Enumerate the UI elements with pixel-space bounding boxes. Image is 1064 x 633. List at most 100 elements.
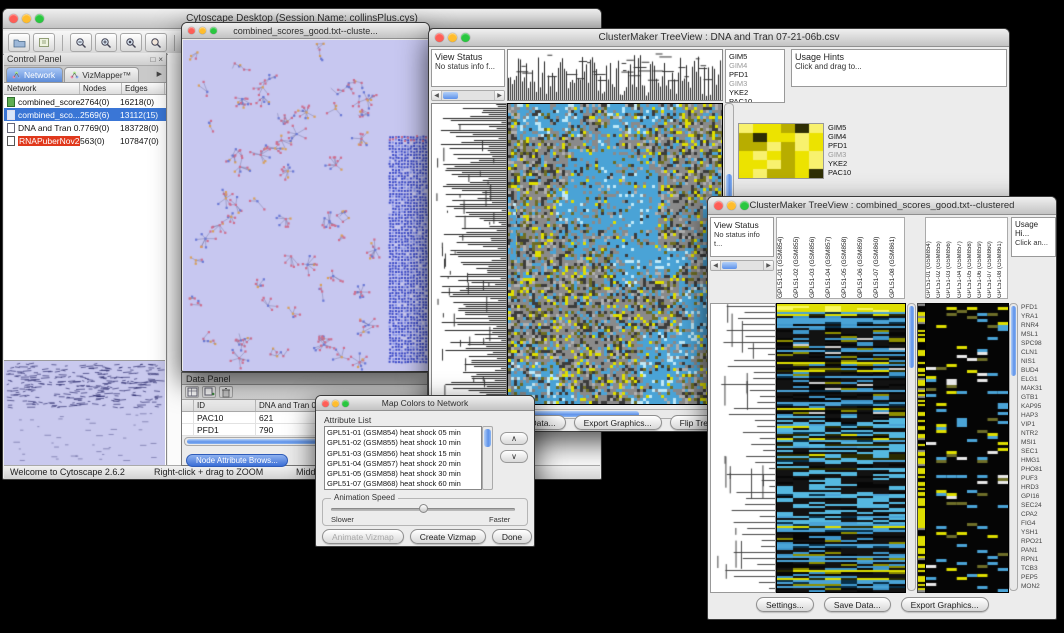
scroll-track[interactable]	[442, 91, 494, 100]
control-panel-tab[interactable]: Network	[6, 67, 63, 82]
gene-label[interactable]: PEP5	[1021, 573, 1057, 582]
column-label[interactable]: GPL51-08 (GSM861)	[889, 218, 905, 298]
row-dendrogram-canvas[interactable]	[431, 103, 507, 405]
gene-label[interactable]: PFD1	[729, 70, 781, 79]
move-down-button[interactable]: ∨	[500, 450, 528, 463]
network-row[interactable]: DNA and Tran 0... 7769(0) 183728(0)	[4, 121, 166, 134]
float-panel-icon[interactable]: □	[150, 55, 155, 64]
close-button[interactable]	[322, 400, 329, 407]
column-label[interactable]: GPL51-06 (GSM859)	[857, 218, 873, 298]
attribute-list-scrollbar[interactable]	[482, 426, 493, 490]
gene-label[interactable]: GIM3	[729, 79, 781, 88]
column-label[interactable]: GPL51-05 (GSM858)	[967, 218, 977, 298]
gene-label[interactable]: YKE2	[729, 88, 781, 97]
close-button[interactable]	[188, 27, 195, 34]
column-label[interactable]: GPL51-05 (GSM858)	[841, 218, 857, 298]
treeview-dna-titlebar[interactable]: ClusterMaker TreeView : DNA and Tran 07-…	[429, 29, 1009, 47]
scroll-thumb[interactable]	[722, 262, 737, 269]
column-label[interactable]: GPL51-04 (GSM857)	[825, 218, 841, 298]
gene-label[interactable]: VIP1	[1021, 420, 1057, 429]
attribute-list[interactable]: GPL51-01 (GSM854) heat shock 05 minGPL51…	[324, 426, 482, 490]
treeview-button[interactable]: Export Graphics...	[901, 597, 989, 612]
scroll-track[interactable]	[721, 261, 763, 270]
gene-label[interactable]: GIM4	[828, 132, 851, 141]
column-label[interactable]: GPL51-03 (GSM856)	[946, 218, 956, 298]
column-label[interactable]: GPL51-08 (GSM861)	[997, 218, 1007, 298]
more-tabs-icon[interactable]: ▶	[155, 70, 164, 78]
column-label[interactable]: GPL51-06 (GSM859)	[977, 218, 987, 298]
gene-label[interactable]: GIM3	[828, 150, 851, 159]
gene-label[interactable]: NIS1	[1021, 357, 1057, 366]
network-view-titlebar[interactable]: combined_scores_good.txt--cluste...	[182, 23, 429, 39]
treeview-combined-titlebar[interactable]: ClusterMaker TreeView : combined_scores_…	[708, 197, 1056, 215]
zoom-button[interactable]	[740, 201, 749, 210]
attribute-list-item[interactable]: GPL51-04 (GSM857) heat shock 20 min	[327, 459, 479, 469]
gene-label[interactable]: GTB1	[1021, 393, 1057, 402]
open-session-button[interactable]	[8, 33, 30, 52]
gene-label[interactable]: KAP95	[1021, 402, 1057, 411]
col-edges[interactable]: Edges	[122, 83, 165, 94]
correlation-matrix-canvas[interactable]	[738, 123, 824, 179]
node-attribute-browser-button[interactable]: Node Attribute Brows...	[186, 454, 288, 467]
dna-heatmap-canvas[interactable]	[507, 103, 723, 405]
dialog-titlebar[interactable]: Map Colors to Network	[316, 396, 534, 411]
gene-label[interactable]: MON2	[1021, 582, 1057, 591]
zoom-button[interactable]	[210, 27, 217, 34]
gene-label[interactable]: NTR2	[1021, 429, 1057, 438]
gene-label[interactable]: YSH1	[1021, 528, 1057, 537]
gene-label[interactable]: PAN1	[1021, 546, 1057, 555]
column-label[interactable]: GPL51-02 (GSM855)	[936, 218, 946, 298]
animate-vizmap-button[interactable]: Animate Vizmap	[322, 529, 404, 544]
gene-label[interactable]: PAC10	[828, 168, 851, 177]
gene-label[interactable]: GIM5	[729, 52, 781, 61]
minimize-button[interactable]	[332, 400, 339, 407]
gene-label[interactable]: RNR4	[1021, 321, 1057, 330]
column-label[interactable]: GPL51-07 (GSM860)	[987, 218, 997, 298]
gene-label[interactable]: YKE2	[828, 159, 851, 168]
gene-label[interactable]: GIM4	[729, 61, 781, 70]
gene-label[interactable]: YRA1	[1021, 312, 1057, 321]
create-attribute-button[interactable]	[202, 386, 216, 398]
attribute-list-item[interactable]: GPL51-01 (GSM854) heat shock 05 min	[327, 428, 479, 438]
delete-attribute-button[interactable]	[219, 386, 233, 398]
row-dendrogram-canvas[interactable]	[710, 303, 776, 593]
gene-label[interactable]: PFD1	[828, 141, 851, 150]
minimize-button[interactable]	[22, 14, 31, 23]
col-nodes[interactable]: Nodes	[80, 83, 122, 94]
column-label[interactable]: GPL51-01 (GSM854)	[777, 218, 793, 298]
gene-label[interactable]: MSI1	[1021, 438, 1057, 447]
gene-label[interactable]: BUD4	[1021, 366, 1057, 375]
minimize-button[interactable]	[727, 201, 736, 210]
zoom-button[interactable]	[461, 33, 470, 42]
combined-heatmap-canvas[interactable]	[776, 303, 906, 593]
network-row[interactable]: RNAPuberNov2... 563(0) 107847(0)	[4, 134, 166, 147]
gene-label[interactable]: PUF3	[1021, 474, 1057, 483]
attribute-list-item[interactable]: GPL51-05 (GSM858) heat shock 30 min	[327, 469, 479, 479]
gene-label[interactable]: TCB3	[1021, 564, 1057, 573]
gene-label[interactable]: SEC1	[1021, 447, 1057, 456]
dna-mini-hscrollbar[interactable]: ◀ ▶	[431, 90, 505, 101]
gene-label[interactable]: HAP3	[1021, 411, 1057, 420]
close-panel-icon[interactable]: ×	[158, 55, 163, 64]
scroll-thumb[interactable]	[443, 92, 458, 99]
zoom-button[interactable]	[342, 400, 349, 407]
treeview-button[interactable]: Export Graphics...	[574, 415, 662, 430]
control-panel-tab[interactable]: VizMapper™	[64, 67, 139, 82]
gene-label[interactable]: HRD3	[1021, 483, 1057, 492]
gene-label[interactable]: PAC10	[729, 97, 781, 103]
gene-label[interactable]: FIG4	[1021, 519, 1057, 528]
scroll-left-icon[interactable]: ◀	[432, 91, 442, 100]
network-overview-canvas[interactable]	[4, 361, 165, 467]
gene-label[interactable]: PHO81	[1021, 465, 1057, 474]
minimize-button[interactable]	[448, 33, 457, 42]
attribute-list-item[interactable]: GPL51-02 (GSM855) heat shock 10 min	[327, 438, 479, 448]
gene-label[interactable]: ELG1	[1021, 375, 1057, 384]
scroll-thumb[interactable]	[1011, 306, 1016, 376]
secondary-heatmap-canvas[interactable]	[925, 303, 1009, 593]
gene-label[interactable]: HMG1	[1021, 456, 1057, 465]
gene-label[interactable]: CPA2	[1021, 510, 1057, 519]
combined-vscrollbar[interactable]	[907, 303, 916, 591]
zoom-fit-button[interactable]	[120, 33, 142, 52]
secondary-vscrollbar[interactable]	[1009, 303, 1018, 591]
column-label[interactable]: GPL51-01 (GSM854)	[926, 218, 936, 298]
